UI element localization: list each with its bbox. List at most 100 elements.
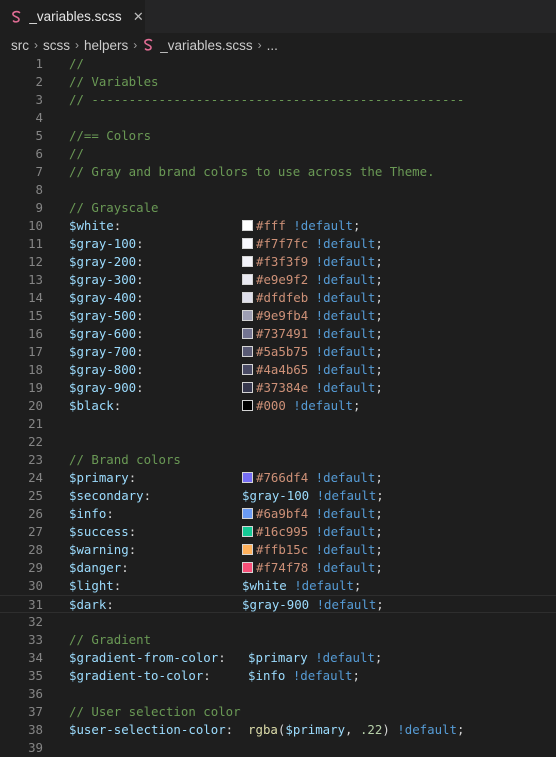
color-swatch[interactable]: [242, 400, 253, 411]
variable-name: $light: [69, 578, 114, 593]
code-line[interactable]: 11 $gray-100: #f7f7fc !default;: [0, 235, 556, 253]
color-swatch[interactable]: [242, 274, 253, 285]
color-swatch[interactable]: [242, 526, 253, 537]
code-line[interactable]: 7 // Gray and brand colors to use across …: [0, 163, 556, 181]
color-swatch[interactable]: [242, 508, 253, 519]
code-line[interactable]: 22: [0, 433, 556, 451]
variable-name: $info: [69, 506, 107, 521]
code-line[interactable]: 39: [0, 739, 556, 757]
code-line[interactable]: 20 $black: #000 !default;: [0, 397, 556, 415]
variable-value: #ffb15c !default;: [242, 541, 383, 559]
code-line[interactable]: 29 $danger: #f74f78 !default;: [0, 559, 556, 577]
code-token: #f3f3f9: [256, 254, 309, 269]
code-line[interactable]: 16 $gray-600: #737491 !default;: [0, 325, 556, 343]
code-line[interactable]: 9 // Grayscale: [0, 199, 556, 217]
code-line[interactable]: 36: [0, 685, 556, 703]
code-line[interactable]: 25 $secondary: $gray-100 !default;: [0, 487, 556, 505]
code-line[interactable]: 38 $user-selection-color: rgba($primary, …: [0, 721, 556, 739]
color-swatch[interactable]: [242, 328, 253, 339]
colon: :: [136, 380, 144, 395]
breadcrumb-file[interactable]: _variables.scss: [160, 38, 252, 53]
code-line[interactable]: 37 // User selection color: [0, 703, 556, 721]
code-token: #f7f7fc: [256, 236, 309, 251]
code-token: ;: [375, 506, 383, 521]
variable-name: $white: [69, 218, 114, 233]
color-swatch[interactable]: [242, 256, 253, 267]
line-number: 15: [28, 308, 43, 323]
code-token: ;: [375, 362, 383, 377]
code-line[interactable]: 3 // ------------------------------------…: [0, 91, 556, 109]
close-icon[interactable]: ✕: [132, 9, 145, 24]
color-swatch[interactable]: [242, 220, 253, 231]
line-code: $gray-200: #f3f3f9 !default;: [69, 253, 383, 271]
line-number: 9: [35, 200, 43, 215]
code-token: ;: [375, 470, 383, 485]
code-line[interactable]: 19 $gray-900: #37384e !default;: [0, 379, 556, 397]
breadcrumb-helpers[interactable]: helpers: [84, 38, 128, 53]
code-line[interactable]: 26 $info: #6a9bf4 !default;: [0, 505, 556, 523]
breadcrumb-src[interactable]: src: [11, 38, 29, 53]
code-line[interactable]: 14 $gray-400: #dfdfeb !default;: [0, 289, 556, 307]
code-token: ;: [375, 272, 383, 287]
code-token: ;: [353, 578, 362, 593]
line-number: 10: [28, 218, 43, 233]
color-swatch[interactable]: [242, 310, 253, 321]
line-code: // Variables: [69, 73, 159, 91]
color-swatch[interactable]: [242, 238, 253, 249]
code-line[interactable]: 4: [0, 109, 556, 127]
code-line[interactable]: 35 $gradient-to-color: $info !default;: [0, 667, 556, 685]
line-number: 4: [35, 110, 43, 125]
code-editor[interactable]: 1 // 2 // Variables 3 // --------------------…: [0, 55, 556, 757]
variable-name: $gray-500: [69, 308, 137, 323]
code-token: $user-selection-color: [69, 722, 226, 737]
line-number: 34: [28, 650, 43, 665]
code-line[interactable]: 27 $success: #16c995 !default;: [0, 523, 556, 541]
color-swatch[interactable]: [242, 346, 253, 357]
breadcrumb-separator: ›: [75, 38, 79, 52]
code-line[interactable]: 12 $gray-200: #f3f3f9 !default;: [0, 253, 556, 271]
code-line[interactable]: 34 $gradient-from-color: $primary !defaul…: [0, 649, 556, 667]
code-line[interactable]: 21: [0, 415, 556, 433]
color-swatch[interactable]: [242, 292, 253, 303]
line-code: $gray-900: #37384e !default;: [69, 379, 383, 397]
variable-value: #f74f78 !default;: [242, 559, 383, 577]
code-token: $info: [248, 668, 286, 683]
code-token: ;: [375, 236, 383, 251]
code-line[interactable]: 33 // Gradient: [0, 631, 556, 649]
code-line[interactable]: 13 $gray-300: #e9e9f2 !default;: [0, 271, 556, 289]
code-token: !default: [308, 560, 376, 575]
code-token: !default: [308, 506, 376, 521]
sass-icon: [10, 10, 23, 24]
code-line[interactable]: 8: [0, 181, 556, 199]
line-number: 36: [28, 686, 43, 701]
color-swatch[interactable]: [242, 544, 253, 555]
code-token: #9e9fb4: [256, 308, 309, 323]
code-line[interactable]: 31 $dark: $gray-900 !default;: [0, 595, 556, 613]
code-line[interactable]: 15 $gray-500: #9e9fb4 !default;: [0, 307, 556, 325]
code-token: $white: [242, 578, 287, 593]
code-line[interactable]: 10 $white: #fff !default;: [0, 217, 556, 235]
line-number: 24: [28, 470, 43, 485]
color-swatch[interactable]: [242, 364, 253, 375]
code-line[interactable]: 17 $gray-700: #5a5b75 !default;: [0, 343, 556, 361]
code-line[interactable]: 23 // Brand colors: [0, 451, 556, 469]
tab-variables-scss[interactable]: _variables.scss ✕: [0, 0, 146, 33]
color-swatch[interactable]: [242, 472, 253, 483]
code-line[interactable]: 1 //: [0, 55, 556, 73]
code-token: ;: [376, 488, 384, 503]
code-line[interactable]: 28 $warning: #ffb15c !default;: [0, 541, 556, 559]
breadcrumb-separator: ›: [133, 38, 138, 52]
color-swatch[interactable]: [242, 382, 253, 393]
code-line[interactable]: 18 $gray-800: #4a4b65 !default;: [0, 361, 556, 379]
code-line[interactable]: 30 $light: $white !default;: [0, 577, 556, 595]
code-line[interactable]: 32: [0, 613, 556, 631]
code-line[interactable]: 24 $primary: #766df4 !default;: [0, 469, 556, 487]
code-line[interactable]: 5 //== Colors: [0, 127, 556, 145]
color-swatch[interactable]: [242, 562, 253, 573]
code-line[interactable]: 6 //: [0, 145, 556, 163]
code-token: #ffb15c: [256, 542, 309, 557]
breadcrumb-symbols[interactable]: ...: [267, 38, 278, 53]
breadcrumb-scss[interactable]: scss: [43, 38, 70, 53]
line-code: $white: #fff !default;: [69, 217, 360, 235]
code-line[interactable]: 2 // Variables: [0, 73, 556, 91]
